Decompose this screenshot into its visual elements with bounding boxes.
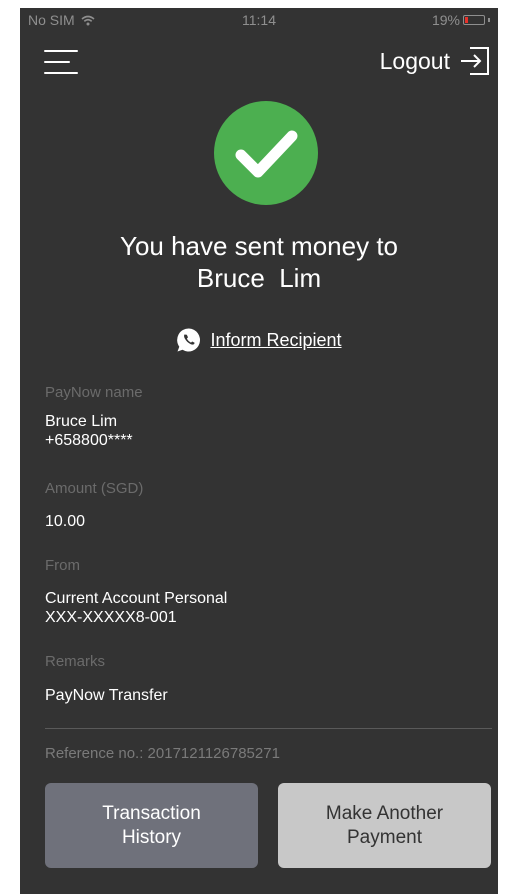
battery-tip xyxy=(488,18,490,22)
transaction-history-button[interactable]: Transaction History xyxy=(45,783,258,868)
remarks-value: PayNow Transfer xyxy=(45,687,168,704)
recipient-name: Bruce Lim xyxy=(196,263,322,293)
success-message-line1: You have sent money to xyxy=(119,231,398,261)
battery-icon xyxy=(463,15,485,25)
paynow-name-label: PayNow name xyxy=(45,384,143,401)
menu-line-top xyxy=(44,50,78,52)
reference-number: Reference no.: 2017121126785271 xyxy=(45,745,280,762)
battery-level xyxy=(465,17,468,23)
from-account-number: XXX-XXXXX8-001 xyxy=(45,609,177,626)
whatsapp-icon xyxy=(177,328,201,352)
make-another-payment-button[interactable]: Make Another Payment xyxy=(278,783,491,868)
status-bar: No SIM 11:14 19% xyxy=(20,8,498,34)
logout-label: Logout xyxy=(379,47,450,74)
logout-button[interactable]: Logout xyxy=(380,44,492,78)
logout-icon xyxy=(461,47,489,75)
remarks-label: Remarks xyxy=(45,653,106,670)
success-message: You have sent money to Bruce Lim xyxy=(20,230,498,294)
check-circle-icon xyxy=(214,101,318,205)
battery-percent: 19% xyxy=(431,12,460,28)
hamburger-menu-icon[interactable] xyxy=(44,50,78,74)
paynow-name-value: Bruce Lim +658800**** xyxy=(45,412,133,450)
status-time: 11:14 xyxy=(242,12,276,28)
paynow-name: Bruce Lim xyxy=(45,413,118,430)
from-account: Current Account Personal XXX-XXXXX8-001 xyxy=(45,589,227,627)
transaction-history-label-line2: History xyxy=(121,826,182,848)
make-another-payment-label-line1: Make Another xyxy=(325,802,444,824)
from-label: From xyxy=(45,557,80,574)
inform-recipient-link[interactable]: Inform Recipient xyxy=(20,327,498,353)
amount-label: Amount (SGD) xyxy=(45,480,144,497)
menu-line-bottom xyxy=(44,72,78,74)
amount-value: 10.00 xyxy=(45,513,86,530)
transaction-history-label-line1: Transaction xyxy=(102,802,201,824)
divider xyxy=(45,728,492,729)
make-another-payment-label-line2: Payment xyxy=(347,826,422,848)
menu-line-middle xyxy=(44,61,70,63)
inform-recipient-label: Inform Recipient xyxy=(210,329,342,350)
app-screen: No SIM 11:14 19% Logout You have sent mo… xyxy=(20,8,498,894)
paynow-number: +658800**** xyxy=(45,432,133,449)
from-account-name: Current Account Personal xyxy=(45,590,228,607)
status-battery: 19% xyxy=(432,12,490,28)
